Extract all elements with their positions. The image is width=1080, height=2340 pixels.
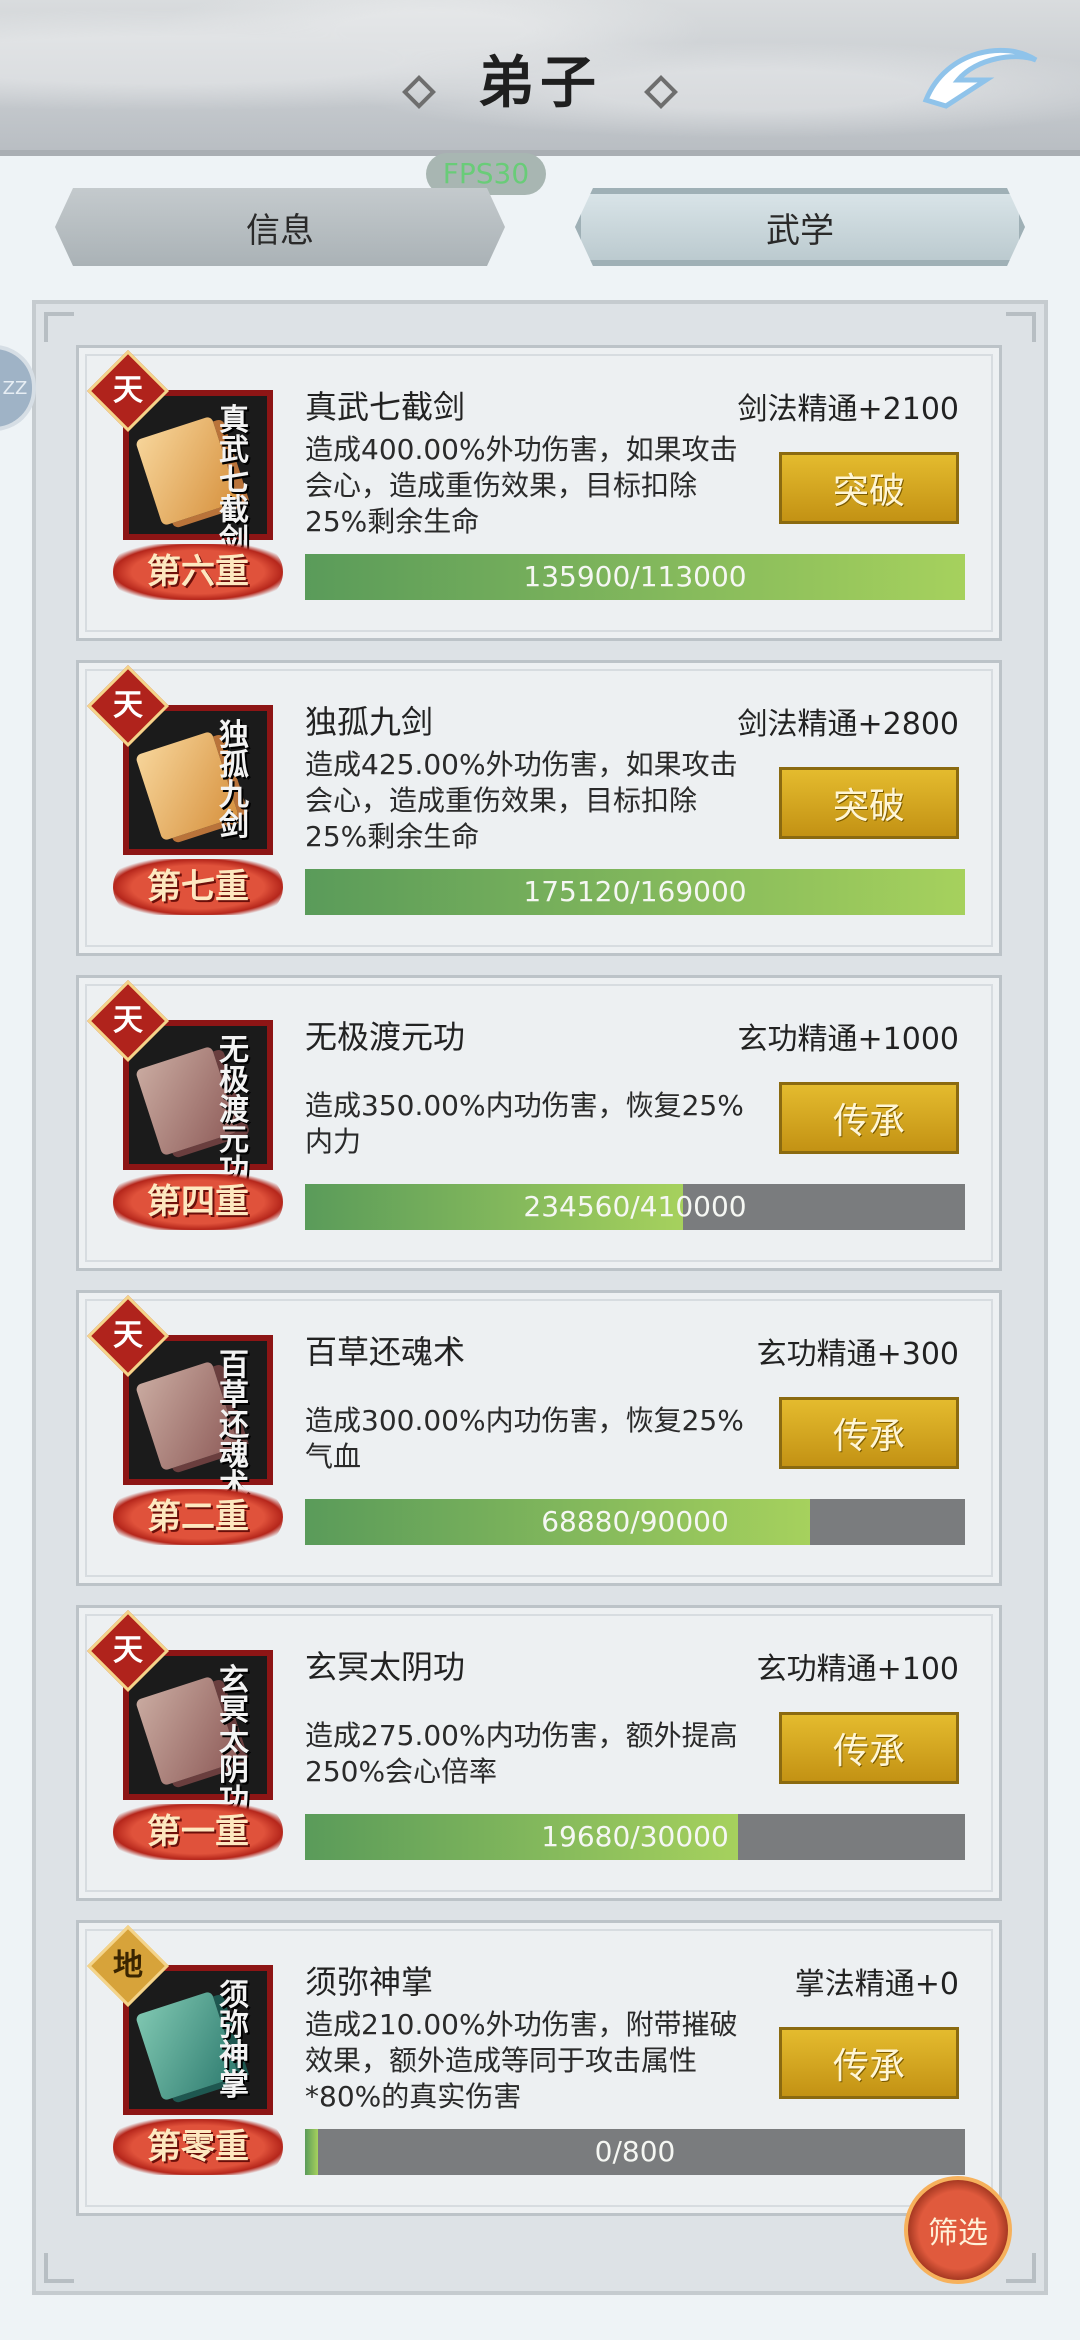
skill-description: 造成400.00%外功伤害，如果攻击会心，造成重伤效果，目标扣除25%剩余生命 bbox=[305, 433, 738, 538]
skill-card[interactable]: 无极渡元功 天 第四重 无极渡元功 玄功精通+1000 造成350.00%内功伤… bbox=[76, 975, 1002, 1271]
tab-martial-arts[interactable]: 武学 bbox=[575, 188, 1025, 266]
grade-label: 天 bbox=[113, 688, 143, 723]
inherit-button[interactable]: 传承 bbox=[779, 2027, 959, 2099]
skill-card[interactable]: 真武七截剑 天 第六重 真武七截剑 剑法精通+2100 造成400.00%外功伤… bbox=[76, 345, 1002, 641]
panel-corner-ornament bbox=[1006, 2253, 1036, 2283]
skill-layer-badge: 第一重 bbox=[113, 1804, 283, 1860]
skill-name: 真武七截剑 bbox=[305, 388, 466, 426]
inherit-button[interactable]: 传承 bbox=[779, 1397, 959, 1469]
skill-icon-label: 须弥神掌 bbox=[219, 1978, 249, 2103]
page-title: 弟子 bbox=[478, 50, 602, 116]
skill-progress-bar: 234560/410000 bbox=[305, 1184, 965, 1230]
skill-progress-bar: 175120/169000 bbox=[305, 869, 965, 915]
skill-progress-bar: 19680/30000 bbox=[305, 1814, 965, 1860]
progress-text: 0/800 bbox=[594, 2135, 676, 2168]
skill-description: 造成350.00%内功伤害，恢复25%内力 bbox=[305, 1089, 744, 1158]
grade-label: 天 bbox=[113, 1003, 143, 1038]
breakthrough-button[interactable]: 突破 bbox=[779, 767, 959, 839]
skill-progress-bar: 68880/90000 bbox=[305, 1499, 965, 1545]
panel-corner-ornament bbox=[1006, 312, 1036, 342]
skill-icon-label: 独孤九剑 bbox=[219, 718, 249, 843]
skill-layer-badge: 第零重 bbox=[113, 2119, 283, 2175]
skill-card[interactable]: 独孤九剑 天 第七重 独孤九剑 剑法精通+2800 造成425.00%外功伤害，… bbox=[76, 660, 1002, 956]
progress-text: 175120/169000 bbox=[523, 875, 747, 908]
panel-corner-ornament bbox=[44, 312, 74, 342]
skill-name: 独孤九剑 bbox=[305, 703, 434, 741]
skill-mastery: 玄功精通+300 bbox=[756, 1337, 959, 1372]
skill-card[interactable]: 百草还魂术 天 第二重 百草还魂术 玄功精通+300 造成300.00%内功伤害… bbox=[76, 1290, 1002, 1586]
progress-text: 135900/113000 bbox=[523, 560, 747, 593]
skill-mastery: 玄功精通+100 bbox=[756, 1652, 959, 1687]
skill-mastery: 玄功精通+1000 bbox=[737, 1022, 959, 1057]
panel-corner-ornament bbox=[44, 2253, 74, 2283]
skill-name: 百草还魂术 bbox=[305, 1333, 466, 1371]
skill-name: 须弥神掌 bbox=[305, 1963, 434, 2001]
skill-mastery: 剑法精通+2800 bbox=[737, 707, 959, 742]
skill-layer-badge: 第七重 bbox=[113, 859, 283, 915]
skill-card[interactable]: 须弥神掌 地 第零重 须弥神掌 掌法精通+0 造成210.00%外功伤害，附带摧… bbox=[76, 1920, 1002, 2216]
inherit-button[interactable]: 传承 bbox=[779, 1082, 959, 1154]
grade-label: 天 bbox=[113, 373, 143, 408]
skill-icon-label: 无极渡元功 bbox=[219, 1033, 249, 1188]
back-arrow-icon[interactable] bbox=[916, 40, 1046, 110]
skill-description: 造成210.00%外功伤害，附带摧破效果，额外造成等同于攻击属性*80%的真实伤… bbox=[305, 2008, 738, 2113]
skill-progress-bar: 0/800 bbox=[305, 2129, 965, 2175]
skill-icon-label: 玄冥太阴功 bbox=[219, 1663, 249, 1818]
grade-label: 天 bbox=[113, 1318, 143, 1353]
skill-name: 无极渡元功 bbox=[305, 1018, 466, 1056]
skill-progress-bar: 135900/113000 bbox=[305, 554, 965, 600]
progress-text: 234560/410000 bbox=[523, 1190, 747, 1223]
grade-label: 天 bbox=[113, 1633, 143, 1668]
title-left-ornament bbox=[401, 74, 436, 109]
tab-info[interactable]: 信息 bbox=[55, 188, 505, 266]
side-drawer-handle[interactable]: ZZ bbox=[0, 345, 36, 431]
skill-layer-badge: 第四重 bbox=[113, 1174, 283, 1230]
progress-text: 19680/30000 bbox=[541, 1820, 729, 1853]
header-bar: 弟子 bbox=[0, 0, 1080, 156]
skill-card[interactable]: 玄冥太阴功 天 第一重 玄冥太阴功 玄功精通+100 造成275.00%内功伤害… bbox=[76, 1605, 1002, 1901]
skill-description: 造成275.00%内功伤害，额外提高250%会心倍率 bbox=[305, 1719, 738, 1788]
skill-name: 玄冥太阴功 bbox=[305, 1648, 466, 1686]
breakthrough-button[interactable]: 突破 bbox=[779, 452, 959, 524]
grade-label: 地 bbox=[113, 1948, 143, 1983]
progress-text: 68880/90000 bbox=[541, 1505, 729, 1538]
skill-layer-badge: 第六重 bbox=[113, 544, 283, 600]
skill-description: 造成425.00%外功伤害，如果攻击会心，造成重伤效果，目标扣除25%剩余生命 bbox=[305, 748, 738, 853]
filter-button[interactable]: 筛选 bbox=[904, 2176, 1012, 2284]
skill-icon-label: 百草还魂术 bbox=[219, 1348, 249, 1503]
skill-description: 造成300.00%内功伤害，恢复25%气血 bbox=[305, 1404, 744, 1473]
skill-mastery: 掌法精通+0 bbox=[794, 1967, 959, 2002]
title-right-ornament bbox=[644, 74, 679, 109]
skill-icon-label: 真武七截剑 bbox=[219, 403, 249, 558]
skill-layer-badge: 第二重 bbox=[113, 1489, 283, 1545]
skill-mastery: 剑法精通+2100 bbox=[737, 392, 959, 427]
inherit-button[interactable]: 传承 bbox=[779, 1712, 959, 1784]
